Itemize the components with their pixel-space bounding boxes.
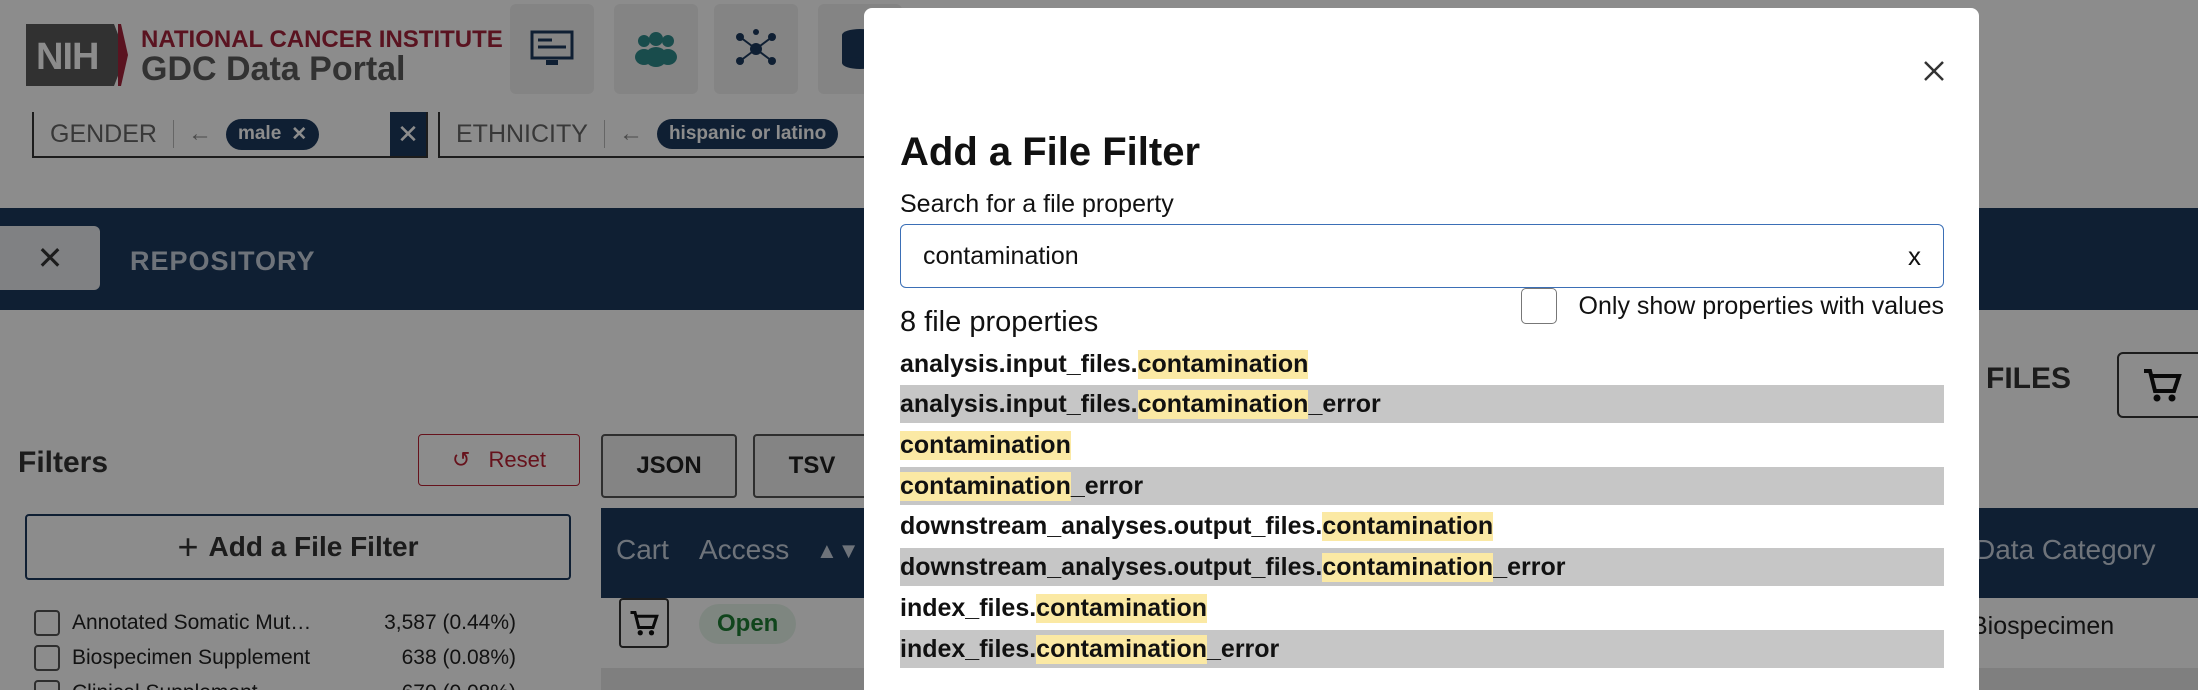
property-result-item[interactable]: contamination _error [900,467,1944,505]
only-show-values-toggle[interactable]: Only show properties with values [1502,286,1944,326]
close-modal-button[interactable] [1919,56,1949,86]
result-match: contamination [1137,349,1309,379]
property-result-item[interactable]: index_files. contamination _error [900,630,1944,668]
result-match: contamination [900,430,1071,460]
result-prefix: downstream_analyses.output_files. [900,552,1323,581]
property-result-item[interactable]: analysis.input_files. contamination _error [900,385,1944,423]
result-prefix: downstream_analyses.output_files. [900,511,1323,540]
close-icon [1924,61,1944,81]
result-prefix: analysis.input_files. [900,389,1138,418]
result-match: contamination [1137,389,1309,419]
result-match: contamination [1036,634,1208,664]
result-count: 8 file properties [900,306,1099,338]
only-show-values-label: Only show properties with values [1578,291,1944,320]
result-prefix: index_files. [900,634,1037,663]
property-result-item[interactable]: index_files. contamination [900,589,1944,627]
property-result-item[interactable]: analysis.input_files. contamination [900,345,1944,383]
clear-search-button[interactable]: x [1908,241,1921,272]
only-show-values-checkbox[interactable] [1520,288,1557,324]
result-match: contamination [1322,552,1494,582]
result-match: contamination [1322,511,1494,541]
result-match: contamination [1036,593,1208,623]
search-label: Search for a file property [900,190,1174,218]
result-suffix: _error [1070,471,1144,500]
property-result-item[interactable]: contamination [900,426,1944,464]
result-suffix: _error [1308,389,1381,418]
add-file-filter-modal: Add a File Filter Search for a file prop… [864,8,1979,690]
page: NIH NATIONAL CANCER INSTITUTE GDC Data P… [0,0,2198,690]
property-result-item[interactable]: downstream_analyses.output_files. contami… [900,507,1944,545]
modal-title: Add a File Filter [900,130,1201,174]
result-suffix: _error [1493,552,1566,581]
result-match: contamination [900,471,1071,501]
result-suffix: _error [1207,634,1280,663]
result-prefix: index_files. [900,593,1037,622]
property-result-item[interactable]: downstream_analyses.output_files. contami… [900,548,1944,586]
search-box: x [900,224,1944,288]
result-prefix: analysis.input_files. [900,349,1138,378]
property-search-input[interactable] [901,225,1891,287]
